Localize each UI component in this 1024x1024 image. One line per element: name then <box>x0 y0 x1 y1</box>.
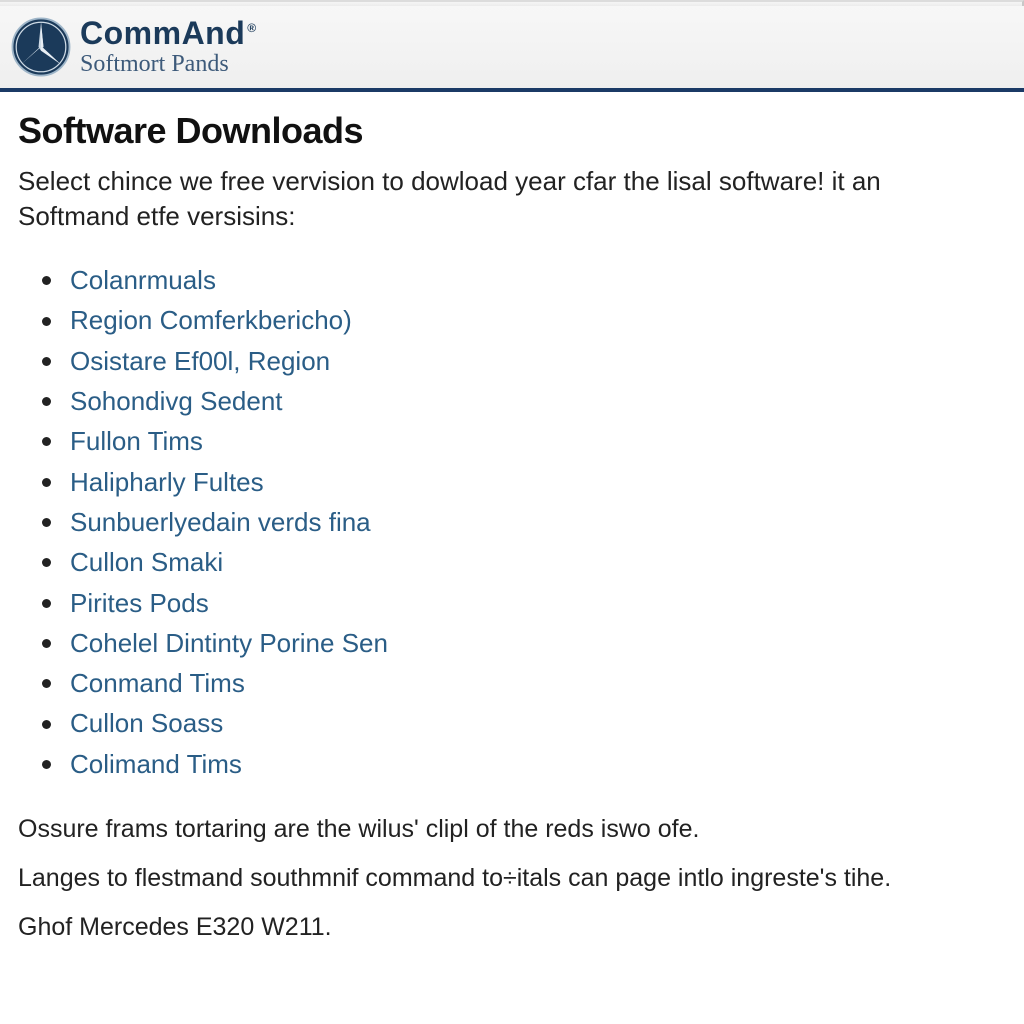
download-link[interactable]: Colimand Tims <box>70 749 242 779</box>
download-link[interactable]: Osistare Ef00l, Region <box>70 346 330 376</box>
download-link[interactable]: Colanrmuals <box>70 265 216 295</box>
list-item: Halipharly Fultes <box>42 462 1006 502</box>
list-item: Region Comferkbericho) <box>42 300 1006 340</box>
footer-paragraph-1: Ossure frams tortaring are the wilus' cl… <box>18 812 998 847</box>
brand-logo <box>8 14 74 80</box>
registered-mark: ® <box>247 21 256 35</box>
main-content: Software Downloads Select chince we free… <box>0 92 1024 945</box>
list-item: Fullon Tims <box>42 421 1006 461</box>
list-item: Osistare Ef00l, Region <box>42 341 1006 381</box>
download-link[interactable]: Pirites Pods <box>70 588 209 618</box>
download-link[interactable]: Sohondivg Sedent <box>70 386 283 416</box>
brand-title-text: CommAnd <box>80 15 245 51</box>
list-item: Sohondivg Sedent <box>42 381 1006 421</box>
list-item: Pirites Pods <box>42 583 1006 623</box>
list-item: Conmand Tims <box>42 663 1006 703</box>
brand-title: CommAnd® <box>80 17 257 49</box>
download-link[interactable]: Region Comferkbericho) <box>70 305 352 335</box>
download-link[interactable]: Cohelel Dintinty Porine Sen <box>70 628 388 658</box>
header-bar: CommAnd® Softmort Pands <box>0 6 1024 92</box>
footer-paragraph-3: Ghof Mercedes E320 W211. <box>18 910 998 945</box>
list-item: Cohelel Dintinty Porine Sen <box>42 623 1006 663</box>
footer-paragraph-2: Langes to flestmand southmnif command to… <box>18 861 998 896</box>
list-item: Cullon Smaki <box>42 542 1006 582</box>
download-link[interactable]: Halipharly Fultes <box>70 467 264 497</box>
download-link[interactable]: Cullon Soass <box>70 708 223 738</box>
list-item: Colanrmuals <box>42 260 1006 300</box>
list-item: Colimand Tims <box>42 744 1006 784</box>
download-link[interactable]: Conmand Tims <box>70 668 245 698</box>
list-item: Sunbuerlyedain verds fina <box>42 502 1006 542</box>
intro-text: Select chince we free vervision to dowlo… <box>18 164 978 234</box>
download-link[interactable]: Fullon Tims <box>70 426 203 456</box>
page-title: Software Downloads <box>18 110 1006 152</box>
download-link[interactable]: Sunbuerlyedain verds fina <box>70 507 371 537</box>
brand-block: CommAnd® Softmort Pands <box>80 17 257 78</box>
download-link[interactable]: Cullon Smaki <box>70 547 223 577</box>
brand-subtitle: Softmort Pands <box>80 51 257 78</box>
mercedes-star-icon <box>10 16 72 78</box>
list-item: Cullon Soass <box>42 703 1006 743</box>
download-link-list: Colanrmuals Region Comferkbericho) Osist… <box>42 260 1006 784</box>
